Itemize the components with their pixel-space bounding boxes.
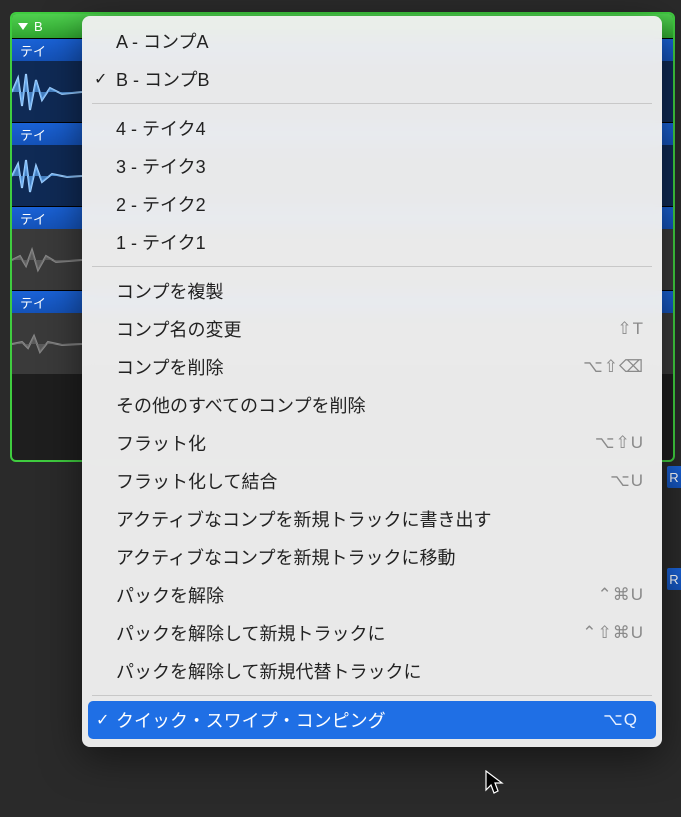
menu-item-unpack[interactable]: パックを解除 ⌃⌘U [82, 576, 662, 614]
menu-item-delete-comp[interactable]: コンプを削除 ⌥⇧⌫ [82, 348, 662, 386]
menu-item-label: アクティブなコンプを新規トラックに移動 [116, 544, 644, 570]
menu-item-take-1[interactable]: 1 - テイク1 [82, 223, 662, 261]
check-icon: ✓ [94, 69, 107, 89]
menu-shortcut: ⌥⇧⌫ [583, 357, 644, 377]
waveform-icon [12, 236, 82, 284]
waveform-icon [12, 68, 82, 116]
menu-item-label: B - コンプB [116, 66, 644, 92]
menu-shortcut: ⇧T [617, 319, 644, 339]
region-stub[interactable]: R [667, 466, 681, 488]
menu-item-label: コンプを複製 [116, 278, 644, 304]
menu-item-label: 1 - テイク1 [116, 229, 644, 255]
menu-separator [92, 695, 652, 696]
menu-item-take-4[interactable]: 4 - テイク4 [82, 109, 662, 147]
menu-item-comp-a[interactable]: A - コンプA [82, 22, 662, 60]
menu-shortcut: ⌥U [610, 471, 644, 491]
menu-item-move-active-new-track[interactable]: アクティブなコンプを新規トラックに移動 [82, 538, 662, 576]
menu-item-flatten-merge[interactable]: フラット化して結合 ⌥U [82, 462, 662, 500]
menu-item-label: 2 - テイク2 [116, 191, 644, 217]
menu-item-export-active-new-track[interactable]: アクティブなコンプを新規トラックに書き出す [82, 500, 662, 538]
menu-shortcut: ⌃⌘U [597, 585, 644, 605]
menu-item-label: その他のすべてのコンプを削除 [116, 392, 644, 418]
menu-item-label: パックを解除 [116, 582, 597, 608]
take-folder-menu: A - コンプA ✓ B - コンプB 4 - テイク4 3 - テイク3 2 … [82, 16, 662, 747]
menu-item-label: A - コンプA [116, 28, 644, 54]
menu-item-take-2[interactable]: 2 - テイク2 [82, 185, 662, 223]
menu-shortcut: ⌥⇧U [595, 433, 644, 453]
take-label: テイ [20, 293, 46, 312]
menu-item-flatten[interactable]: フラット化 ⌥⇧U [82, 424, 662, 462]
menu-item-duplicate-comp[interactable]: コンプを複製 [82, 272, 662, 310]
menu-item-label: フラット化 [116, 430, 595, 456]
menu-item-take-3[interactable]: 3 - テイク3 [82, 147, 662, 185]
menu-item-label: アクティブなコンプを新規トラックに書き出す [116, 506, 644, 532]
disclosure-triangle-icon[interactable] [18, 23, 28, 30]
menu-item-label: 4 - テイク4 [116, 115, 644, 141]
menu-item-label: コンプを削除 [116, 354, 583, 380]
waveform-icon [12, 152, 82, 200]
waveform-icon [12, 320, 82, 368]
menu-item-label: フラット化して結合 [116, 468, 610, 494]
menu-item-rename-comp[interactable]: コンプ名の変更 ⇧T [82, 310, 662, 348]
menu-item-quick-swipe-comping[interactable]: ✓ クイック・スワイプ・コンピング ⌥Q [88, 701, 656, 739]
menu-item-comp-b[interactable]: ✓ B - コンプB [82, 60, 662, 98]
mouse-cursor-icon [485, 770, 505, 796]
menu-item-label: パックを解除して新規代替トラックに [116, 658, 644, 684]
take-label: テイ [20, 41, 46, 60]
menu-item-unpack-new-alt-tracks[interactable]: パックを解除して新規代替トラックに [82, 652, 662, 690]
menu-item-label: コンプ名の変更 [116, 316, 617, 342]
menu-item-label: クイック・スワイプ・コンピング [116, 707, 603, 733]
take-label: テイ [20, 125, 46, 144]
check-icon: ✓ [96, 710, 109, 730]
menu-item-label: 3 - テイク3 [116, 153, 644, 179]
menu-item-unpack-new-tracks[interactable]: パックを解除して新規トラックに ⌃⇧⌘U [82, 614, 662, 652]
menu-item-delete-other-comps[interactable]: その他のすべてのコンプを削除 [82, 386, 662, 424]
menu-shortcut: ⌃⇧⌘U [582, 623, 644, 643]
take-label: テイ [20, 209, 46, 228]
comp-header-label: B [34, 19, 43, 34]
region-stub[interactable]: R [667, 568, 681, 590]
menu-shortcut: ⌥Q [603, 710, 638, 730]
menu-separator [92, 266, 652, 267]
menu-separator [92, 103, 652, 104]
menu-item-label: パックを解除して新規トラックに [116, 620, 582, 646]
